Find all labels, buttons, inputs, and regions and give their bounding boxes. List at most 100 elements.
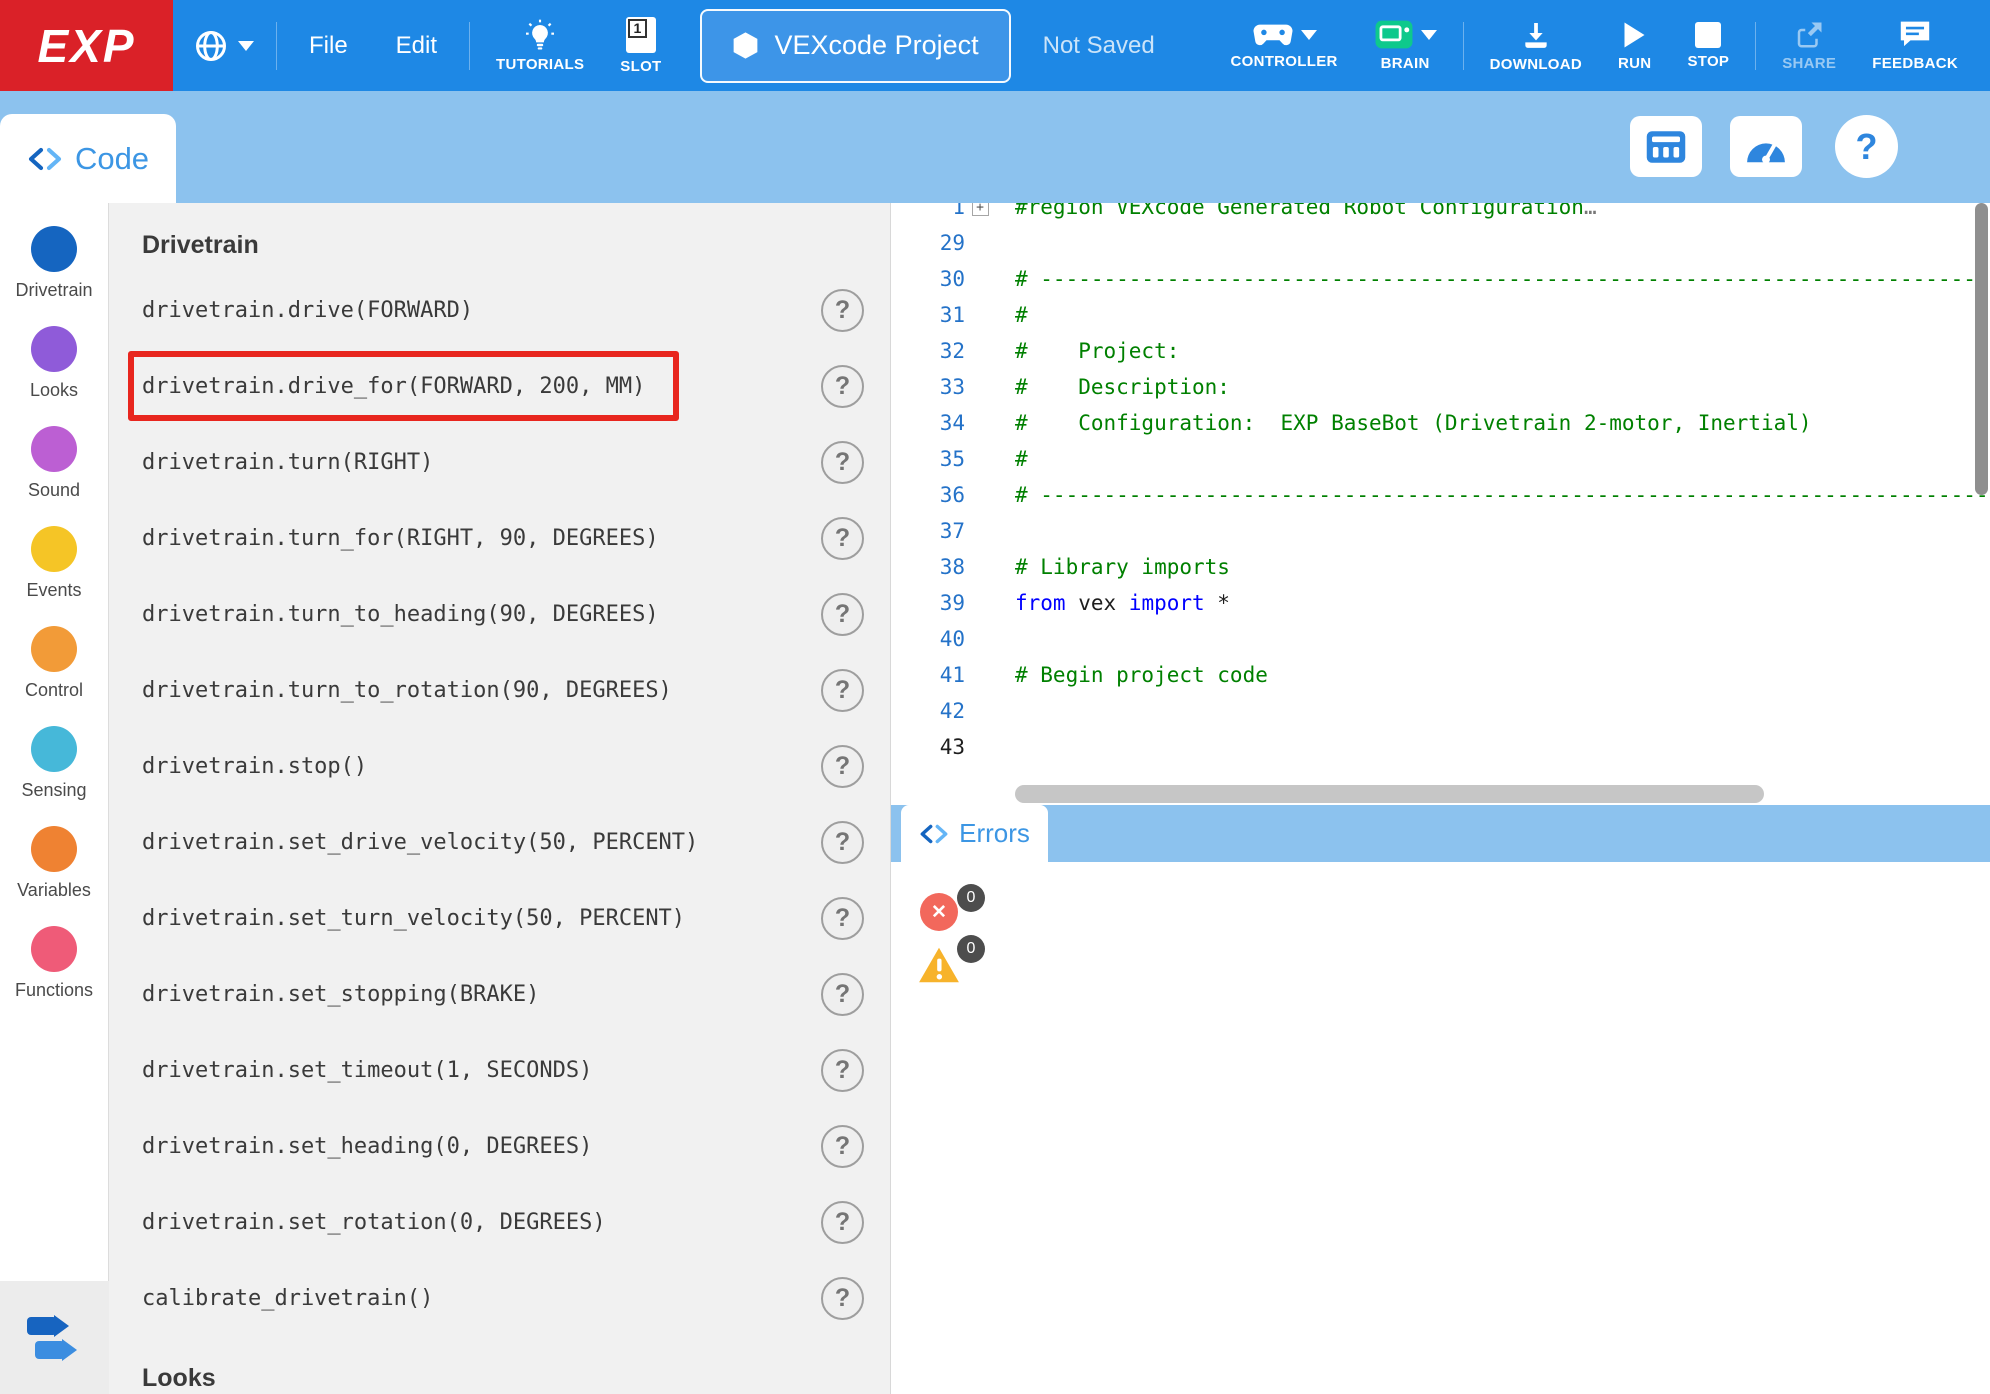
code-line: 41 # Begin project code [891,657,1990,693]
command-highlight-box: calibrate_drivetrain() [128,1263,467,1333]
code-text: # --------------------------------------… [1015,483,1990,507]
help-button[interactable]: ? [821,821,864,864]
stop-button[interactable]: STOP [1669,0,1747,91]
command-highlight-box: drivetrain.set_turn_velocity(50, PERCENT… [128,883,719,953]
help-icon[interactable]: ? [1835,115,1898,178]
code-line: 37 [891,513,1990,549]
command-text: drivetrain.set_turn_velocity(50, PERCENT… [142,906,685,931]
line-number: 34 [891,411,965,435]
help-button[interactable]: ? [821,365,864,408]
help-button[interactable]: ? [821,745,864,788]
command-row[interactable]: drivetrain.drive_for(FORWARD, 200, MM) ? [109,348,890,424]
command-row[interactable]: drivetrain.turn_for(RIGHT, 90, DEGREES) … [109,500,890,576]
feedback-button[interactable]: FEEDBACK [1854,0,1976,91]
play-icon [1621,20,1648,50]
command-row[interactable]: drivetrain.set_heading(0, DEGREES) ? [109,1108,890,1184]
command-row[interactable]: calibrate_drivetrain() ? [109,1260,890,1336]
stop-icon [1695,22,1721,48]
command-row[interactable]: drivetrain.turn(RIGHT) ? [109,424,890,500]
controller-label: CONTROLLER [1230,53,1337,70]
help-button[interactable]: ? [821,669,864,712]
command-row[interactable]: drivetrain.set_turn_velocity(50, PERCENT… [109,880,890,956]
edit-menu[interactable]: Edit [372,0,461,91]
help-button[interactable]: ? [821,1201,864,1244]
controller-button[interactable]: CONTROLLER [1212,0,1355,91]
category-sidebar: Drivetrain Looks Sound Events Control Se… [0,203,109,1394]
category-icon [31,626,77,672]
help-button[interactable]: ? [821,973,864,1016]
share-button[interactable]: SHARE [1764,0,1854,91]
slot-button[interactable]: 1 SLOT [602,0,679,91]
sidebar-item-sound[interactable]: Sound [0,426,108,526]
command-highlight-box: drivetrain.turn_for(RIGHT, 90, DEGREES) [128,503,693,573]
line-number: 35 [891,447,965,471]
vertical-scrollbar[interactable] [1975,203,1988,495]
command-highlight-box: drivetrain.set_rotation(0, DEGREES) [128,1187,640,1257]
command-row[interactable]: drivetrain.set_rotation(0, DEGREES) ? [109,1184,890,1260]
line-number: 29 [891,231,965,255]
command-row[interactable]: drivetrain.set_stopping(BRAKE) ? [109,956,890,1032]
fold-icon[interactable]: + [972,203,989,216]
help-button[interactable]: ? [821,289,864,332]
file-menu[interactable]: File [285,0,372,91]
toggle-toolbox-button[interactable] [0,1281,109,1394]
sidebar-item-looks[interactable]: Looks [0,326,108,426]
chevron-down-icon [1421,30,1437,40]
help-button[interactable]: ? [821,517,864,560]
code-text: # [1015,447,1028,471]
print-console-button[interactable] [1630,116,1702,177]
command-toolbox: Drivetrain drivetrain.drive(FORWARD) ? d… [109,203,891,1394]
sidebar-item-control[interactable]: Control [0,626,108,726]
sidebar-item-sensing[interactable]: Sensing [0,726,108,826]
horizontal-scrollbar[interactable] [1015,785,1764,803]
category-label: Sound [28,480,80,501]
category-label: Looks [30,380,78,401]
toolbox-section-title: Drivetrain [142,231,890,260]
dashboard-button[interactable] [1730,116,1802,177]
code-text: # Begin project code [1015,663,1268,687]
command-text: drivetrain.set_timeout(1, SECONDS) [142,1058,592,1083]
brain-label: BRAIN [1381,55,1430,72]
sidebar-item-variables[interactable]: Variables [0,826,108,926]
chevron-down-icon [1301,30,1317,40]
command-row[interactable]: drivetrain.turn_to_rotation(90, DEGREES)… [109,652,890,728]
help-button[interactable]: ? [821,441,864,484]
code-editor[interactable]: 1 + #region VEXcode Generated Robot Conf… [891,203,1990,805]
command-row[interactable]: drivetrain.stop() ? [109,728,890,804]
category-icon [31,926,77,972]
share-label: SHARE [1782,55,1836,72]
command-row[interactable]: drivetrain.drive(FORWARD) ? [109,272,890,348]
tab-code[interactable]: Code [0,114,176,203]
command-text: drivetrain.set_stopping(BRAKE) [142,982,539,1007]
project-name-button[interactable]: VEXcode Project [700,9,1011,83]
command-row[interactable]: drivetrain.set_timeout(1, SECONDS) ? [109,1032,890,1108]
code-text: # [1015,303,1028,327]
command-row[interactable]: drivetrain.turn_to_heading(90, DEGREES) … [109,576,890,652]
help-button[interactable]: ? [821,593,864,636]
sidebar-item-functions[interactable]: Functions [0,926,108,1026]
command-row[interactable]: drivetrain.set_drive_velocity(50, PERCEN… [109,804,890,880]
category-icon [31,726,77,772]
slot-label: SLOT [620,58,661,75]
help-button[interactable]: ? [821,1277,864,1320]
download-button[interactable]: DOWNLOAD [1472,0,1600,91]
tab-errors[interactable]: Errors [901,805,1048,862]
exp-logo[interactable]: EXP [0,0,173,91]
code-line: 34 # Configuration: EXP BaseBot (Drivetr… [891,405,1990,441]
line-number: 36 [891,483,965,507]
brain-button[interactable]: BRAIN [1356,0,1455,91]
help-button[interactable]: ? [821,1125,864,1168]
code-text: #region VEXcode Generated Robot Configur… [1015,203,1597,219]
category-icon [31,526,77,572]
command-text: drivetrain.turn_for(RIGHT, 90, DEGREES) [142,526,659,551]
help-button[interactable]: ? [821,1049,864,1092]
toolbar-divider [276,22,277,70]
toggle-toolbox-icon [27,1315,83,1361]
sidebar-item-drivetrain[interactable]: Drivetrain [0,226,108,326]
tutorials-button[interactable]: TUTORIALS [478,0,602,91]
run-button[interactable]: RUN [1600,0,1669,91]
category-icon [31,826,77,872]
sidebar-item-events[interactable]: Events [0,526,108,626]
help-button[interactable]: ? [821,897,864,940]
language-menu[interactable] [193,28,254,64]
